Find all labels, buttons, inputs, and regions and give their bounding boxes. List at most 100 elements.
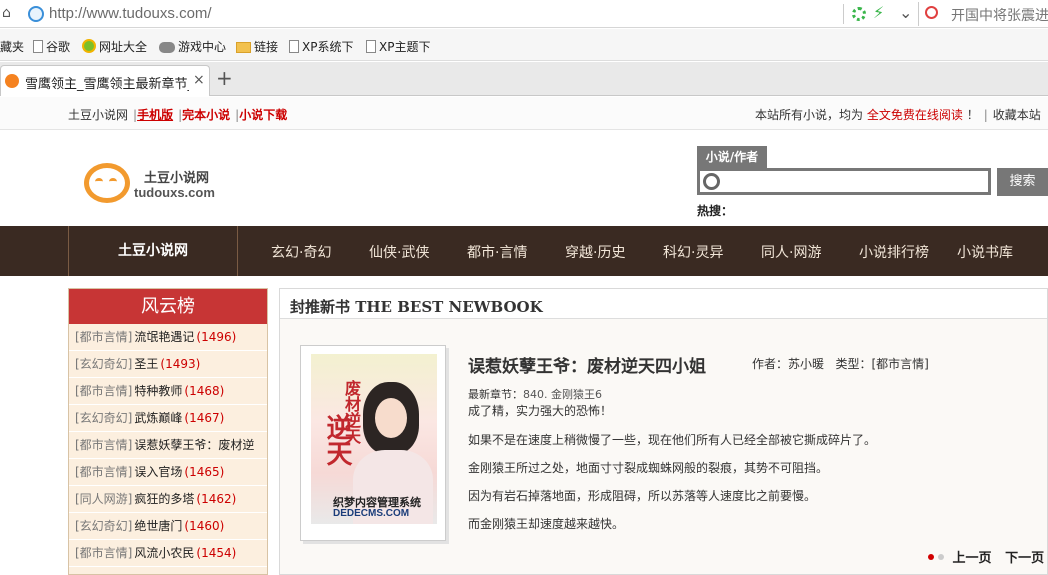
main-nav: 土豆小说网 玄幻·奇幻 仙侠·武侠 都市·言情 穿越·历史 科幻·灵异 同人·网… bbox=[0, 226, 1048, 276]
notice-prefix: 本站所有小说，均为 bbox=[755, 108, 864, 122]
bookmark-links[interactable]: 链接 bbox=[236, 38, 278, 55]
refresh-icon[interactable] bbox=[852, 7, 866, 21]
ranking-count: (1454) bbox=[196, 546, 237, 560]
ranking-count: (1465) bbox=[184, 465, 225, 479]
nav-item-ranking[interactable]: 小说排行榜 bbox=[859, 242, 929, 262]
bookmark-games[interactable]: 游戏中心 bbox=[159, 38, 226, 55]
speed-bolt-icon[interactable]: ⚡ bbox=[873, 3, 884, 22]
pager-dot-active[interactable] bbox=[928, 554, 934, 560]
nav-item-fantasy[interactable]: 玄幻·奇幻 bbox=[271, 242, 331, 262]
top-link-download[interactable]: 小说下载 bbox=[239, 108, 287, 122]
page-icon bbox=[366, 40, 376, 53]
ranking-item[interactable]: [玄幻奇幻] 圣王 (1493) bbox=[69, 351, 267, 378]
search-type-tab[interactable]: 小说/作者 bbox=[697, 146, 767, 168]
tab-active[interactable]: 雪鹰领主_雪鹰领主最新章节_雪 × bbox=[0, 65, 210, 96]
featured-panel: 封推新书 THE BEST NEWBOOK 废材逆天 逆天 织梦内容管理系统 D… bbox=[279, 288, 1048, 575]
top-links: 土豆小说网 |手机版 |完本小说 |小说下载 bbox=[68, 106, 287, 123]
search-button[interactable]: 搜索 bbox=[997, 168, 1048, 196]
latest-chapter-link[interactable]: 840. 金刚猿王6 bbox=[523, 388, 602, 401]
favicon-icon bbox=[5, 74, 19, 88]
nav-item-scifi[interactable]: 科幻·灵异 bbox=[663, 242, 723, 262]
ranking-category: [都市言情] bbox=[75, 438, 133, 452]
ranking-count: (1468) bbox=[184, 384, 225, 398]
ranking-item[interactable]: [都市言情] 流氓艳遇记 (1496) bbox=[69, 324, 267, 351]
ranking-item[interactable]: [都市言情] 风流小农民 (1454) bbox=[69, 540, 267, 567]
latest-chapter: 最新章节：840. 金刚猿王6 bbox=[468, 386, 602, 402]
next-page-link[interactable]: 下一页 bbox=[1005, 551, 1044, 566]
excerpt-line: 金刚猿王所过之处，地面寸寸裂成蜘蛛网般的裂痕，其势不可阻挡。 bbox=[468, 461, 829, 475]
bookmark-google[interactable]: 谷歌 bbox=[33, 38, 70, 55]
cover-title-large: 逆天 bbox=[322, 414, 352, 466]
latest-label: 最新章节： bbox=[468, 388, 523, 401]
nav-home[interactable]: 土豆小说网 bbox=[68, 226, 238, 276]
bookmark-site-link[interactable]: 收藏本站 bbox=[993, 108, 1041, 122]
ranking-book-name[interactable]: 武炼巅峰 bbox=[134, 411, 182, 425]
book-title[interactable]: 误惹妖孽王爷：废材逆天四小姐 bbox=[468, 352, 706, 377]
ranking-category: [同人网游] bbox=[75, 492, 133, 506]
ranking-title: 风云榜 bbox=[69, 289, 267, 324]
ranking-count: (1460) bbox=[184, 519, 225, 533]
type-label: 类型： bbox=[835, 357, 872, 371]
page-icon bbox=[33, 40, 43, 53]
chevron-down-icon[interactable]: ⌄ bbox=[899, 3, 912, 22]
ranking-list: [都市言情] 流氓艳遇记 (1496) [玄幻奇幻] 圣王 (1493) [都市言情] 特种教… bbox=[69, 324, 267, 567]
home-icon[interactable]: ⌂ bbox=[2, 5, 16, 21]
ranking-book-name[interactable]: 风流小农民 bbox=[134, 546, 194, 560]
new-tab-button[interactable]: + bbox=[216, 66, 233, 90]
top-link-finished[interactable]: 完本小说 bbox=[182, 108, 230, 122]
featured-header-text: 封推新书 THE BEST NEWBOOK bbox=[290, 298, 543, 316]
close-tab-icon[interactable]: × bbox=[193, 72, 205, 88]
ranking-book-name[interactable]: 特种教师 bbox=[134, 384, 182, 398]
nav-item-xianxia[interactable]: 仙侠·武侠 bbox=[369, 242, 429, 262]
ranking-book-name[interactable]: 误入官场 bbox=[134, 465, 182, 479]
top-notice: 本站所有小说，均为 全文免费在线阅读 ！ | 收藏本站 bbox=[755, 106, 1041, 123]
book-type: [都市言情] bbox=[871, 357, 929, 371]
nav-item-fanfic[interactable]: 同人·网游 bbox=[761, 242, 821, 262]
top-link-mobile[interactable]: 手机版 bbox=[137, 108, 173, 122]
ranking-panel: 风云榜 [都市言情] 流氓艳遇记 (1496) [玄幻奇幻] 圣王 (1493) [都市言情… bbox=[68, 288, 268, 575]
ranking-item[interactable]: [都市言情] 误惹妖孽王爷：废材逆 bbox=[69, 432, 267, 459]
address-bar: ⌂ http://www.tudouxs.com/ ⚡ ⌄ 开国中将张震进 bbox=[0, 0, 1048, 28]
search-input[interactable] bbox=[697, 168, 991, 195]
ranking-book-name[interactable]: 误惹妖孽王爷：废材逆 bbox=[134, 438, 254, 452]
top-link-home[interactable]: 土豆小说网 bbox=[68, 108, 128, 122]
notice-mark: ！ bbox=[966, 108, 979, 122]
nav-item-library[interactable]: 小说书库 bbox=[957, 242, 1013, 262]
ranking-category: [都市言情] bbox=[75, 384, 133, 398]
ranking-book-name[interactable]: 流氓艳遇记 bbox=[134, 330, 194, 344]
browser-search-box[interactable]: 开国中将张震进 bbox=[918, 2, 1048, 26]
site-topbar: 土豆小说网 |手机版 |完本小说 |小说下载 本站所有小说，均为 全文免费在线阅读 ！… bbox=[0, 97, 1048, 130]
folder-icon bbox=[236, 42, 251, 53]
logo-smile-icon bbox=[84, 163, 130, 203]
ranking-book-name[interactable]: 绝世唐门 bbox=[134, 519, 182, 533]
bookmark-favorites[interactable]: 藏夹 bbox=[0, 38, 24, 55]
page-icon bbox=[289, 40, 299, 53]
bookmark-xp-theme[interactable]: XP主题下 bbox=[366, 38, 430, 55]
author-name[interactable]: 苏小暖 bbox=[788, 357, 824, 371]
nav-item-history[interactable]: 穿越·历史 bbox=[565, 242, 625, 262]
logo-domain: tudouxs.com bbox=[134, 185, 215, 200]
book-cover[interactable]: 废材逆天 逆天 织梦内容管理系统 DEDECMS.COM bbox=[300, 345, 446, 541]
prev-page-link[interactable]: 上一页 bbox=[953, 551, 992, 566]
ranking-item[interactable]: [都市言情] 误入官场 (1465) bbox=[69, 459, 267, 486]
pager-dot[interactable] bbox=[938, 554, 944, 560]
ranking-item[interactable]: [同人网游] 疯狂的多塔 (1462) bbox=[69, 486, 267, 513]
bookmark-nav[interactable]: 网址大全 bbox=[82, 38, 147, 55]
browser-search-text[interactable]: 开国中将张震进 bbox=[951, 5, 1048, 25]
tab-title: 雪鹰领主_雪鹰领主最新章节_雪 bbox=[25, 77, 189, 92]
ranking-book-name[interactable]: 疯狂的多塔 bbox=[134, 492, 194, 506]
ranking-item[interactable]: [玄幻奇幻] 绝世唐门 (1460) bbox=[69, 513, 267, 540]
nav-item-urban[interactable]: 都市·言情 bbox=[467, 242, 527, 262]
excerpt-line: 如果不是在速度上稍微慢了一些，现在他们所有人已经全部被它撕成碎片了。 bbox=[468, 433, 877, 447]
url-field[interactable]: http://www.tudouxs.com/ bbox=[49, 5, 212, 22]
ranking-item[interactable]: [都市言情] 特种教师 (1468) bbox=[69, 378, 267, 405]
ranking-book-name[interactable]: 圣王 bbox=[134, 357, 158, 371]
site-logo[interactable]: 土豆小说网 tudouxs.com bbox=[68, 149, 224, 219]
ranking-item[interactable]: [玄幻奇幻] 武炼巅峰 (1467) bbox=[69, 405, 267, 432]
search-icon bbox=[703, 173, 720, 190]
cover-watermark-url: DEDECMS.COM bbox=[333, 508, 410, 519]
ranking-category: [玄幻奇幻] bbox=[75, 411, 133, 425]
notice-link[interactable]: 全文免费在线阅读 bbox=[867, 108, 963, 122]
bookmarks-bar: 藏夹 谷歌 网址大全 游戏中心 链接 XP系统下 XP主题下 bbox=[0, 29, 1048, 61]
bookmark-xp-system[interactable]: XP系统下 bbox=[289, 38, 353, 55]
